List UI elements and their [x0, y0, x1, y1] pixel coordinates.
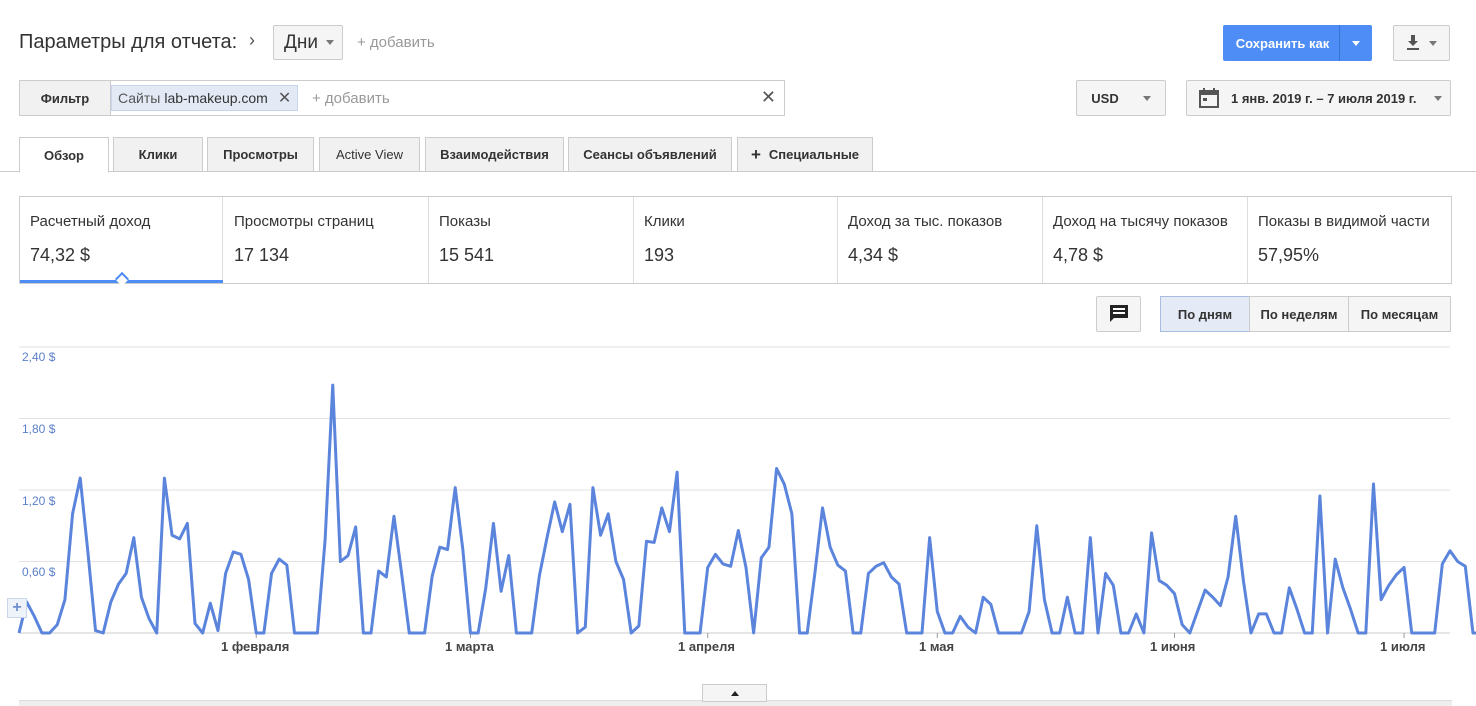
tab-overview[interactable]: Обзор: [19, 137, 109, 173]
x-tick-label: 1 апреля: [678, 639, 735, 654]
x-tick-label: 1 июля: [1380, 639, 1426, 654]
tab-label: Обзор: [44, 147, 84, 163]
add-annotation-icon[interactable]: +: [7, 598, 27, 618]
chevron-up-icon: [730, 690, 739, 696]
x-tick-label: 1 марта: [445, 639, 494, 654]
x-tick-label: 1 июня: [1150, 639, 1196, 654]
collapse-chart-button[interactable]: [702, 684, 767, 702]
x-tick-label: 1 февраля: [221, 639, 290, 654]
revenue-line-chart: [17, 346, 1476, 638]
series-line-revenue: [17, 383, 1476, 635]
x-tick-label: 1 мая: [919, 639, 955, 654]
